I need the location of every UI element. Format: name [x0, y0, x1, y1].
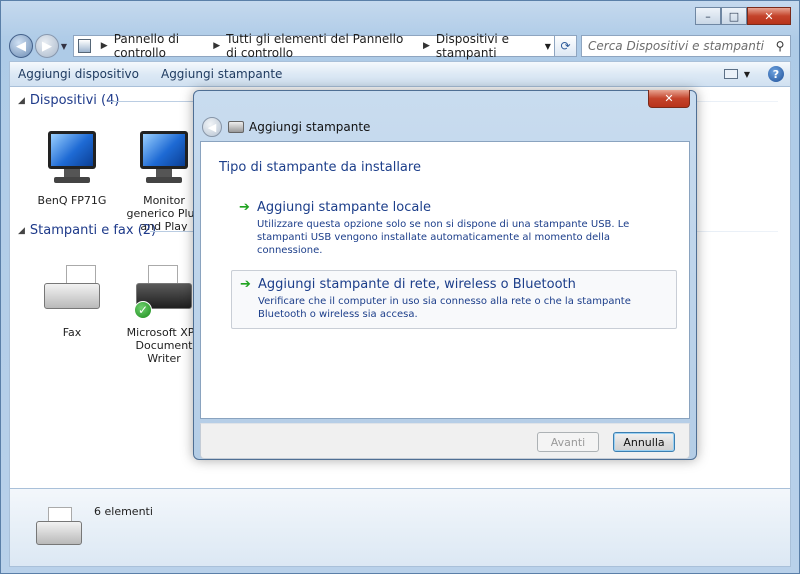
- group-title-printers: Stampanti e fax (2): [29, 223, 157, 238]
- back-arrow-icon[interactable]: ◀: [202, 117, 222, 137]
- add-printer-button[interactable]: Aggiungi stampante: [161, 67, 282, 81]
- printer-label: Fax: [62, 326, 82, 339]
- dialog-body: Tipo di stampante da installare ➔ Aggiun…: [200, 141, 690, 419]
- dialog-footer: Avanti Annulla: [200, 423, 690, 459]
- history-dropdown-icon[interactable]: ▼: [59, 42, 69, 51]
- option-title: Aggiungi stampante locale: [257, 200, 431, 215]
- minimize-button[interactable]: –: [695, 7, 721, 25]
- device-label: BenQ FP71G: [37, 194, 107, 207]
- group-title-devices: Dispositivi (4): [29, 93, 120, 108]
- maximize-button[interactable]: □: [721, 7, 747, 25]
- dialog-close-button[interactable]: ✕: [648, 90, 690, 108]
- dialog-title-bar: ◀ Aggiungi stampante: [202, 117, 370, 137]
- caption-buttons: – □ ✕: [695, 7, 791, 25]
- printer-icon: ✓: [132, 259, 196, 323]
- add-device-button[interactable]: Aggiungi dispositivo: [18, 67, 139, 81]
- search-placeholder: Cerca Dispositivi e stampanti: [588, 39, 764, 53]
- option-description: Utilizzare questa opzione solo se non si…: [257, 219, 630, 256]
- green-arrow-icon: ➔: [240, 277, 251, 292]
- breadcrumb-all-items[interactable]: Tutti gli elementi del Pannello di contr…: [226, 32, 417, 60]
- address-dropdown-icon[interactable]: ▼: [542, 42, 554, 51]
- close-button[interactable]: ✕: [747, 7, 791, 25]
- help-icon[interactable]: ?: [768, 66, 784, 82]
- details-pane: 6 elementi: [9, 489, 791, 567]
- devices-printers-icon: [30, 499, 86, 555]
- default-printer-check-icon: ✓: [134, 301, 152, 319]
- printer-item[interactable]: Fax: [30, 259, 114, 339]
- breadcrumb-control-panel[interactable]: Pannello di controllo: [114, 32, 208, 60]
- group-header-devices[interactable]: ◢ Dispositivi (4): [18, 93, 119, 108]
- add-printer-dialog: ✕ ◀ Aggiungi stampante Tipo di stampante…: [193, 90, 697, 460]
- chevron-right-icon[interactable]: ▶: [213, 41, 220, 51]
- green-arrow-icon: ➔: [239, 200, 250, 215]
- collapse-triangle-icon[interactable]: ◢: [18, 96, 25, 106]
- dialog-title: Aggiungi stampante: [249, 120, 371, 134]
- option-description: Verificare che il computer in uso sia co…: [258, 296, 631, 320]
- next-button[interactable]: Avanti: [537, 432, 599, 452]
- refresh-button[interactable]: ⟳: [555, 35, 577, 57]
- chevron-right-icon[interactable]: ▶: [101, 41, 108, 51]
- monitor-icon: [132, 127, 196, 191]
- view-dropdown-icon[interactable]: ▼: [744, 70, 750, 79]
- view-options-icon[interactable]: [723, 69, 738, 79]
- dialog-heading: Tipo di stampante da installare: [219, 160, 421, 175]
- group-header-printers[interactable]: ◢ Stampanti e fax (2): [18, 223, 156, 238]
- address-row: ◀ ▶ ▼ ▶ Pannello di controllo ▶ Tutti gl…: [9, 32, 791, 60]
- breadcrumb-devices-printers[interactable]: Dispositivi e stampanti: [436, 32, 542, 60]
- collapse-triangle-icon[interactable]: ◢: [18, 226, 25, 236]
- monitor-icon: [40, 127, 104, 191]
- option-network-printer[interactable]: ➔ Aggiungi stampante di rete, wireless o…: [231, 270, 677, 329]
- option-title: Aggiungi stampante di rete, wireless o B…: [258, 277, 576, 292]
- cancel-button[interactable]: Annulla: [613, 432, 675, 452]
- control-panel-icon: [78, 39, 91, 53]
- command-bar-right: ▼ ?: [723, 66, 790, 82]
- printer-icon: [228, 121, 244, 133]
- search-input[interactable]: Cerca Dispositivi e stampanti ⚲: [581, 35, 791, 57]
- address-bar[interactable]: ▶ Pannello di controllo ▶ Tutti gli elem…: [73, 32, 555, 60]
- fax-icon: [40, 259, 104, 323]
- command-bar: Aggiungi dispositivo Aggiungi stampante …: [9, 61, 791, 87]
- option-local-printer[interactable]: ➔ Aggiungi stampante locale Utilizzare q…: [231, 194, 677, 264]
- device-item[interactable]: BenQ FP71G: [30, 127, 114, 207]
- item-count: 6 elementi: [94, 505, 153, 518]
- forward-button[interactable]: ▶: [35, 34, 59, 58]
- chevron-right-icon[interactable]: ▶: [423, 41, 430, 51]
- search-icon[interactable]: ⚲: [770, 39, 790, 53]
- back-button[interactable]: ◀: [9, 34, 33, 58]
